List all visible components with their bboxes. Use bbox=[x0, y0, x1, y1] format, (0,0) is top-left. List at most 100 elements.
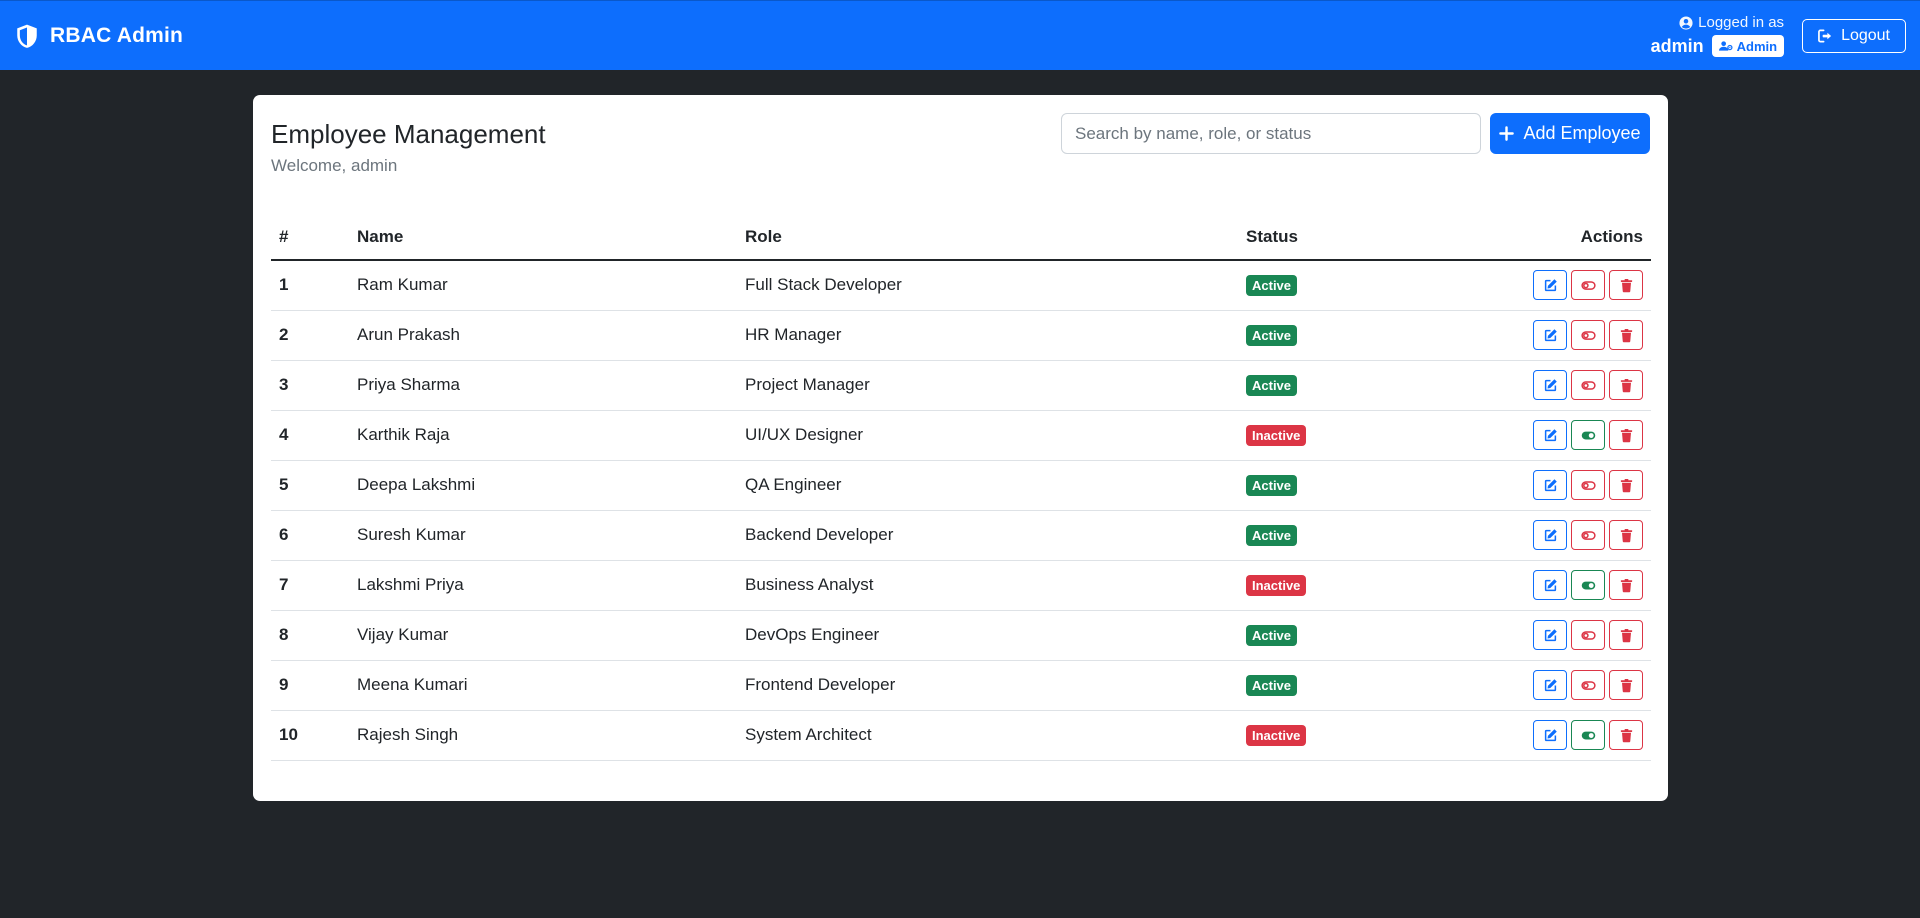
edit-icon bbox=[1543, 628, 1558, 643]
status-cell: Active bbox=[1238, 310, 1438, 361]
row-actions bbox=[1446, 470, 1643, 500]
edit-button[interactable] bbox=[1533, 320, 1567, 350]
edit-button[interactable] bbox=[1533, 470, 1567, 500]
table-header-row: # Name Role Status Actions bbox=[271, 215, 1651, 261]
employee-role: Project Manager bbox=[737, 360, 1238, 411]
table-body: 1 Ram Kumar Full Stack Developer Active 2 Aru… bbox=[271, 260, 1651, 761]
username: admin bbox=[1650, 35, 1704, 56]
employee-role: DevOps Engineer bbox=[737, 610, 1238, 661]
edit-button[interactable] bbox=[1533, 420, 1567, 450]
add-employee-button[interactable]: Add Employee bbox=[1490, 113, 1650, 154]
status-cell: Active bbox=[1238, 660, 1438, 711]
toggle-status-button[interactable] bbox=[1571, 420, 1605, 450]
employee-name: Deepa Lakshmi bbox=[349, 460, 737, 511]
trash-icon bbox=[1619, 478, 1634, 493]
delete-button[interactable] bbox=[1609, 420, 1643, 450]
status-badge: Active bbox=[1246, 674, 1298, 696]
delete-button[interactable] bbox=[1609, 620, 1643, 650]
plus-icon bbox=[1499, 126, 1515, 141]
employee-role: QA Engineer bbox=[737, 460, 1238, 511]
employee-card: Employee Management Welcome, admin Add E… bbox=[253, 95, 1668, 801]
row-actions bbox=[1446, 670, 1643, 700]
status-cell: Active bbox=[1238, 510, 1438, 561]
actions-cell bbox=[1438, 360, 1651, 411]
row-number: 8 bbox=[271, 610, 349, 661]
row-number: 1 bbox=[271, 260, 349, 311]
delete-button[interactable] bbox=[1609, 470, 1643, 500]
delete-button[interactable] bbox=[1609, 570, 1643, 600]
edit-button[interactable] bbox=[1533, 270, 1567, 301]
trash-icon bbox=[1619, 278, 1634, 293]
logged-in-label: Logged in as bbox=[1698, 14, 1785, 31]
edit-button[interactable] bbox=[1533, 370, 1567, 400]
actions-cell bbox=[1438, 410, 1651, 461]
table-row: 2 Arun Prakash HR Manager Active bbox=[271, 310, 1651, 361]
row-actions bbox=[1446, 270, 1643, 301]
employee-name: Meena Kumari bbox=[349, 660, 737, 711]
table-row: 6 Suresh Kumar Backend Developer Active bbox=[271, 510, 1651, 561]
delete-button[interactable] bbox=[1609, 320, 1643, 350]
role-badge-label: Admin bbox=[1736, 38, 1778, 54]
table-row: 3 Priya Sharma Project Manager Active bbox=[271, 360, 1651, 411]
toggle-status-button[interactable] bbox=[1571, 270, 1605, 301]
page-title: Employee Management bbox=[271, 119, 546, 149]
user-line: admin Admin bbox=[1650, 35, 1785, 57]
row-number: 2 bbox=[271, 310, 349, 361]
employee-role: Business Analyst bbox=[737, 560, 1238, 611]
toggle-status-button[interactable] bbox=[1571, 320, 1605, 350]
toggle-status-button[interactable] bbox=[1571, 670, 1605, 700]
edit-button[interactable] bbox=[1533, 570, 1567, 600]
table-row: 1 Ram Kumar Full Stack Developer Active bbox=[271, 260, 1651, 311]
logout-button[interactable]: Logout bbox=[1802, 18, 1906, 53]
employee-table: # Name Role Status Actions 1 Ram Kumar Ful… bbox=[271, 215, 1651, 761]
delete-button[interactable] bbox=[1609, 370, 1643, 400]
toggle-status-button[interactable] bbox=[1571, 370, 1605, 400]
edit-button[interactable] bbox=[1533, 520, 1567, 550]
brand-title: RBAC Admin bbox=[50, 23, 184, 47]
delete-button[interactable] bbox=[1609, 270, 1643, 301]
status-badge: Active bbox=[1246, 324, 1298, 346]
status-badge: Active bbox=[1246, 474, 1298, 496]
table-row: 10 Rajesh Singh System Architect Inactive bbox=[271, 710, 1651, 761]
status-badge: Active bbox=[1246, 274, 1298, 296]
trash-icon bbox=[1619, 628, 1634, 643]
edit-icon bbox=[1543, 328, 1558, 343]
toggle-off-icon bbox=[1580, 628, 1596, 643]
row-actions bbox=[1446, 570, 1643, 600]
actions-cell bbox=[1438, 660, 1651, 711]
status-cell: Active bbox=[1238, 260, 1438, 311]
search-input[interactable] bbox=[1061, 113, 1481, 154]
toggle-status-button[interactable] bbox=[1571, 620, 1605, 650]
toggle-status-button[interactable] bbox=[1571, 470, 1605, 500]
employee-name: Ram Kumar bbox=[349, 260, 737, 311]
status-badge: Active bbox=[1246, 374, 1298, 396]
navbar-right: Logged in as admin Admin Logout bbox=[1651, 14, 1906, 57]
header-status: Status bbox=[1238, 215, 1438, 261]
row-number: 4 bbox=[271, 410, 349, 461]
delete-button[interactable] bbox=[1609, 520, 1643, 550]
logout-label: Logout bbox=[1841, 26, 1890, 44]
employee-role: HR Manager bbox=[737, 310, 1238, 361]
status-badge: Inactive bbox=[1246, 724, 1307, 746]
trash-icon bbox=[1619, 428, 1634, 443]
toggle-status-button[interactable] bbox=[1571, 520, 1605, 550]
table-row: 5 Deepa Lakshmi QA Engineer Active bbox=[271, 460, 1651, 511]
header-role: Role bbox=[737, 215, 1238, 261]
actions-cell bbox=[1438, 610, 1651, 661]
row-actions bbox=[1446, 420, 1643, 450]
edit-icon bbox=[1543, 578, 1558, 593]
toggle-status-button[interactable] bbox=[1571, 570, 1605, 600]
toggle-on-icon bbox=[1581, 578, 1596, 593]
delete-button[interactable] bbox=[1609, 720, 1643, 750]
edit-button[interactable] bbox=[1533, 620, 1567, 650]
edit-button[interactable] bbox=[1533, 670, 1567, 700]
shield-halved-icon bbox=[14, 23, 40, 49]
delete-button[interactable] bbox=[1609, 670, 1643, 700]
employee-name: Karthik Raja bbox=[349, 410, 737, 461]
brand[interactable]: RBAC Admin bbox=[14, 23, 183, 49]
row-actions bbox=[1446, 370, 1643, 400]
table-row: 7 Lakshmi Priya Business Analyst Inactive bbox=[271, 560, 1651, 611]
edit-button[interactable] bbox=[1533, 720, 1567, 750]
trash-icon bbox=[1619, 528, 1634, 543]
toggle-status-button[interactable] bbox=[1571, 720, 1605, 750]
